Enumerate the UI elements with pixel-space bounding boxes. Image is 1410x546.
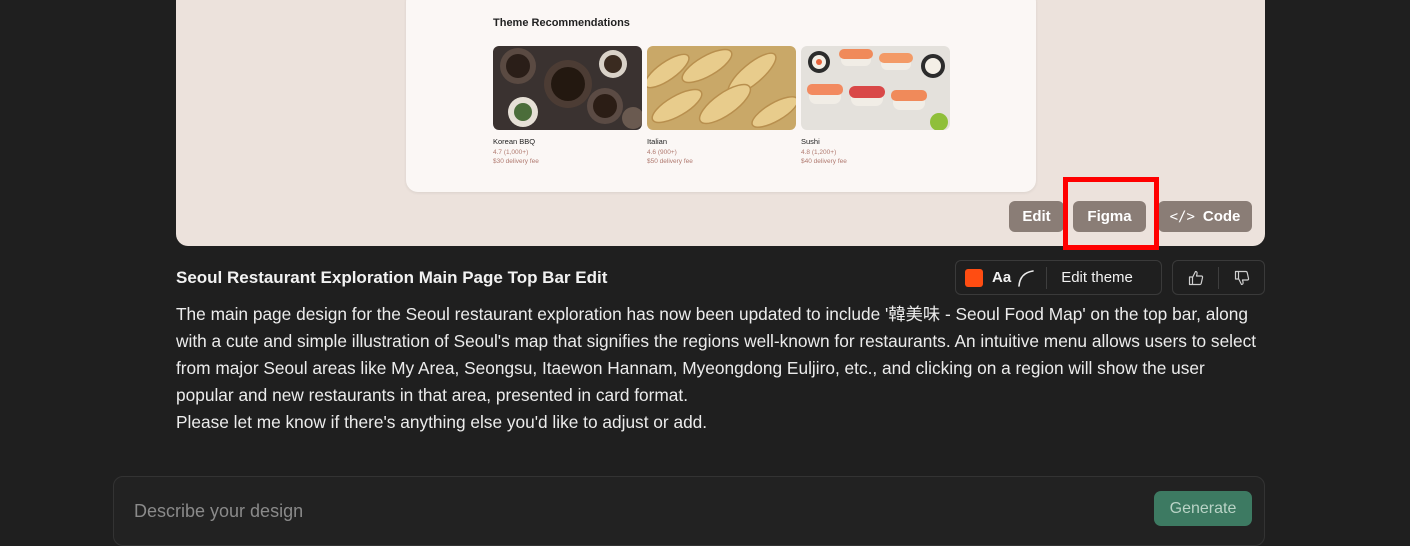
message-paragraph: Please let me know if there's anything e… [176,412,708,432]
italian-pasta-image [647,46,796,130]
theme-rating: 4.6 (900+) [647,149,677,156]
radius-curve-icon[interactable] [1016,268,1036,288]
message-body: The main page design for the Seoul resta… [176,301,1266,436]
thumbs-up-icon [1188,270,1203,285]
theme-card-korean-bbq[interactable]: Korean BBQ 4.7 (1,000+) $30 delivery fee [493,46,642,165]
thumbs-up-button[interactable] [1173,261,1218,294]
feedback-buttons [1172,260,1265,295]
edit-theme-button[interactable]: Edit theme [1061,269,1133,286]
font-selector[interactable]: Aa [992,269,1011,286]
thumbs-down-button[interactable] [1219,261,1264,294]
korean-bbq-image [493,46,642,130]
sushi-image [801,46,950,130]
code-button[interactable]: </> Code [1158,201,1252,232]
theme-fee: $50 delivery fee [647,158,693,165]
theme-toolbar: Aa Edit theme [955,260,1162,295]
preview-card: Theme Recommendations Korean BBQ 4.7 (1,… [406,0,1036,192]
section-title: Theme Recommendations [493,17,630,29]
theme-card-sushi[interactable]: Sushi 4.8 (1,200+) $40 delivery fee [801,46,950,165]
theme-rating: 4.8 (1,200+) [801,149,837,156]
color-swatch[interactable] [965,268,983,287]
theme-fee: $30 delivery fee [493,158,539,165]
design-prompt-input[interactable] [132,497,1036,525]
generate-button[interactable]: Generate [1154,491,1252,526]
toolbar-divider [1046,266,1048,289]
theme-name: Sushi [801,137,820,146]
theme-name: Italian [647,137,668,146]
message-title: Seoul Restaurant Exploration Main Page T… [176,268,608,287]
highlight-box [1063,177,1159,250]
composer: Generate [113,476,1265,546]
thumbs-down-icon [1234,270,1249,285]
theme-name: Korean BBQ [493,137,536,146]
theme-card-italian[interactable]: Italian 4.6 (900+) $50 delivery fee [647,46,796,165]
theme-rating: 4.7 (1,000+) [493,149,529,156]
code-button-label: Code [1202,208,1241,225]
message-paragraph: The main page design for the Seoul resta… [176,304,1257,405]
edit-button[interactable]: Edit [1009,201,1064,232]
theme-fee: $40 delivery fee [801,158,847,165]
code-icon: </> [1169,208,1195,225]
